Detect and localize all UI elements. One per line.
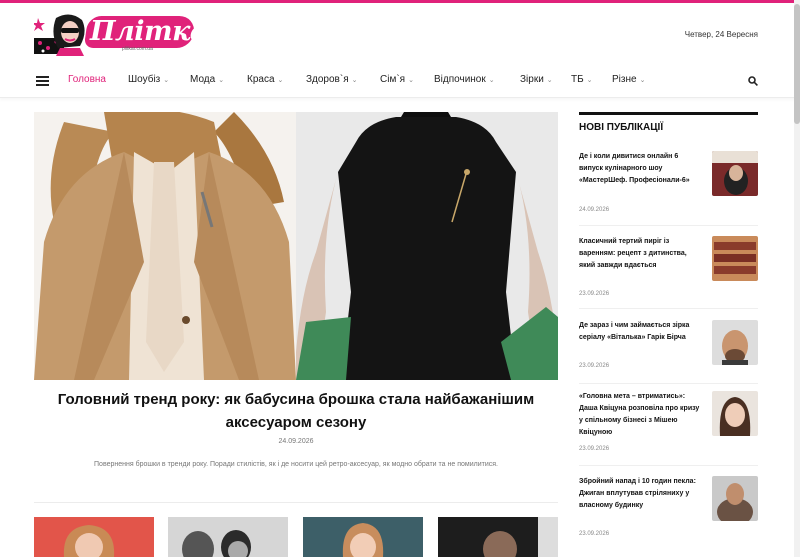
post-date: 24.09.2026	[579, 207, 610, 213]
divider	[579, 465, 758, 466]
post-thumbnail[interactable]	[712, 236, 758, 281]
nav-item-label: Здоров`я	[306, 74, 349, 85]
chevron-down-icon: ⌄	[488, 77, 495, 84]
top-accent-bar	[0, 0, 800, 3]
post-date: 23.09.2026	[579, 363, 610, 369]
article-thumbnail[interactable]	[438, 517, 558, 557]
chevron-down-icon: ⌄	[639, 77, 646, 84]
nav-item-label: ТБ	[571, 74, 584, 85]
chevron-down-icon: ⌄	[546, 77, 553, 84]
nav-item[interactable]: Зірки ⌄	[520, 74, 553, 85]
nav-item-label: Зірки	[520, 74, 544, 85]
search-icon[interactable]	[748, 76, 758, 86]
post-thumbnail[interactable]	[712, 151, 758, 196]
post-title[interactable]: Класичний тертий пиріг із варенням: реце…	[579, 236, 701, 272]
hero-photo-beige-blazer	[34, 112, 296, 380]
chevron-down-icon: ⌄	[218, 77, 225, 84]
logo-wordmark: Пліткар	[90, 16, 226, 47]
post-thumbnail[interactable]	[712, 391, 758, 436]
nav-item[interactable]: Головна	[68, 74, 106, 85]
sidebar-rule	[579, 112, 758, 115]
post-title[interactable]: Де зараз і чим займається зірка серіалу …	[579, 320, 701, 344]
nav-item-label: Відпочинок	[434, 74, 486, 85]
chevron-down-icon: ⌄	[408, 77, 414, 84]
post-thumbnail[interactable]	[712, 320, 758, 365]
nav-item[interactable]: Краса ⌄	[247, 74, 283, 85]
nav-item-label: Шоубіз	[128, 74, 161, 85]
hero-image[interactable]	[34, 112, 558, 380]
hero-photo-black-dress	[296, 112, 558, 380]
nav-item[interactable]: Відпочинок ⌄	[434, 74, 495, 85]
logo-subtitle: plitkar.com.ua	[122, 46, 153, 52]
nav-item[interactable]: Мода ⌄	[190, 74, 224, 85]
chevron-down-icon: ⌄	[163, 77, 170, 84]
post-date: 23.09.2026	[579, 446, 610, 452]
nav-item-label: Краса	[247, 74, 275, 85]
post-title[interactable]: «Головна мета – втриматись»: Даша Квіцун…	[579, 391, 701, 439]
sidebar-heading: Нові публікації	[579, 122, 664, 133]
page-scrollbar[interactable]	[794, 0, 800, 557]
post-date: 23.09.2026	[579, 291, 610, 297]
chevron-down-icon: ⌄	[351, 77, 358, 84]
hamburger-icon[interactable]	[36, 76, 49, 86]
nav-item[interactable]: Шоубіз ⌄	[128, 74, 169, 85]
nav-item[interactable]: Сім`я ⌄	[380, 74, 414, 85]
scrollbar-thumb[interactable]	[794, 4, 800, 124]
nav-item-label: Мода	[190, 74, 216, 85]
current-date: Четвер, 24 Вересня	[684, 30, 758, 39]
hero-excerpt: Повернення брошки в тренди року. Поради …	[94, 461, 498, 468]
article-thumbnail[interactable]	[34, 517, 154, 557]
chevron-down-icon: ⌄	[277, 77, 284, 84]
main-navigation: Головна Шоубіз ⌄ Мода ⌄ Краса ⌄ Здоров`я ⌄ Сім`я ⌄…	[0, 62, 800, 98]
chevron-down-icon: ⌄	[586, 77, 593, 84]
site-logo[interactable]: Пліткар plitkar.com.ua	[34, 12, 226, 56]
article-thumbnail[interactable]	[168, 517, 288, 557]
logo-girl-icon	[34, 14, 85, 56]
article-thumbnail[interactable]	[303, 517, 423, 557]
hero-headline[interactable]: Головний тренд року: як бабусина брошка …	[34, 388, 558, 434]
nav-item-label: Сім`я	[380, 74, 406, 85]
nav-item-label: Різне	[612, 74, 637, 85]
nav-item[interactable]: Здоров`я ⌄	[306, 74, 358, 85]
divider	[34, 502, 558, 503]
divider	[579, 225, 758, 226]
post-thumbnail[interactable]	[712, 476, 758, 521]
nav-item[interactable]: Різне ⌄	[612, 74, 645, 85]
nav-item-label: Головна	[68, 74, 106, 85]
divider	[579, 308, 758, 309]
post-date: 23.09.2026	[579, 531, 610, 537]
nav-item[interactable]: ТБ ⌄	[571, 74, 593, 85]
post-title[interactable]: Збройний напад і 10 годин пекла: Джиган …	[579, 476, 701, 512]
divider	[579, 383, 758, 384]
hero-date: 24.09.2026	[278, 438, 314, 445]
post-title[interactable]: Де і коли дивитися онлайн 6 випуск кулін…	[579, 151, 701, 187]
